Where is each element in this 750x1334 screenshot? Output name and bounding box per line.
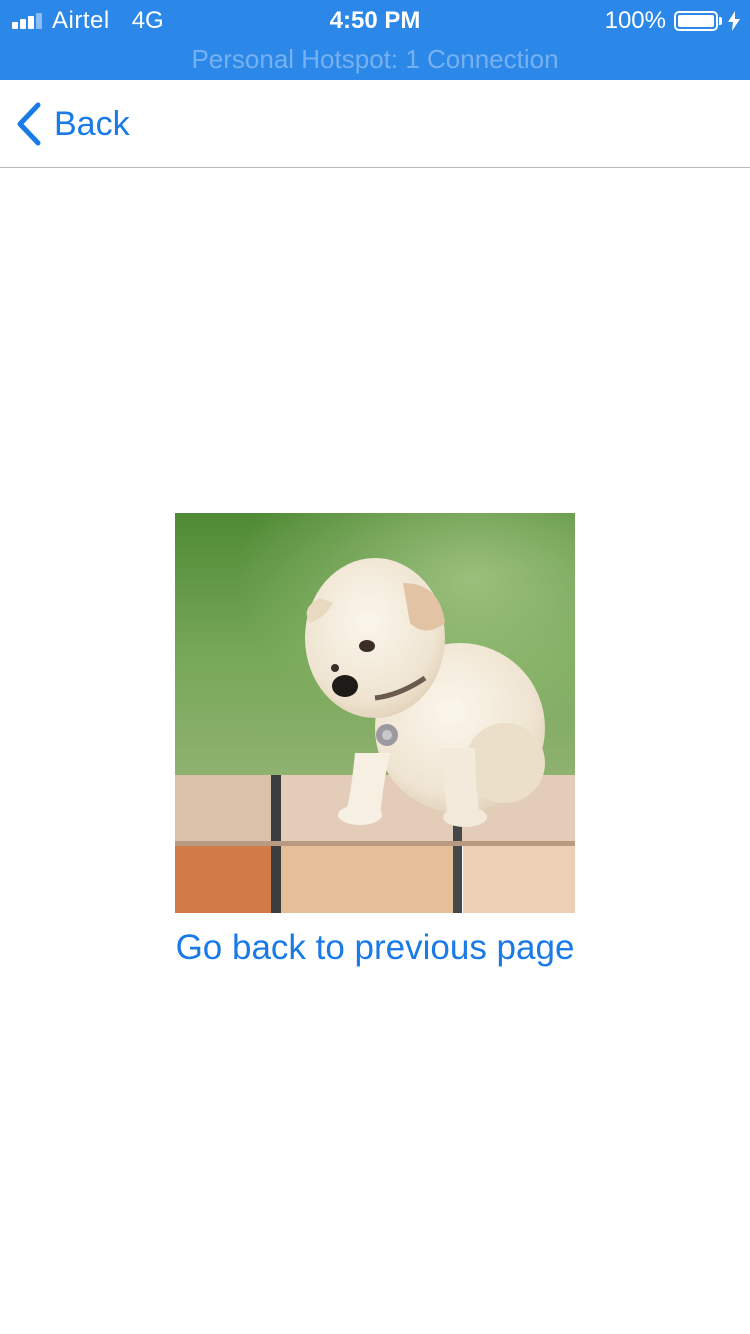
go-back-link[interactable]: Go back to previous page: [0, 928, 750, 968]
battery-percent: 100%: [604, 7, 666, 34]
main-content: Go back to previous page: [0, 168, 750, 1334]
navigation-bar: Back: [0, 80, 750, 168]
chevron-left-icon: [17, 102, 41, 146]
hotspot-banner[interactable]: Personal Hotspot: 1 Connection: [0, 42, 750, 76]
status-right: 100%: [605, 6, 740, 36]
charging-bolt-icon: [728, 11, 740, 31]
back-button-label: Back: [54, 104, 130, 143]
puppy-image: [175, 513, 575, 913]
status-bar: Airtel 4G 4:50 PM 100% Personal Hotspot:…: [0, 0, 750, 80]
battery-tip: [719, 17, 722, 25]
back-button[interactable]: Back: [16, 100, 130, 148]
battery-icon: [674, 11, 718, 31]
